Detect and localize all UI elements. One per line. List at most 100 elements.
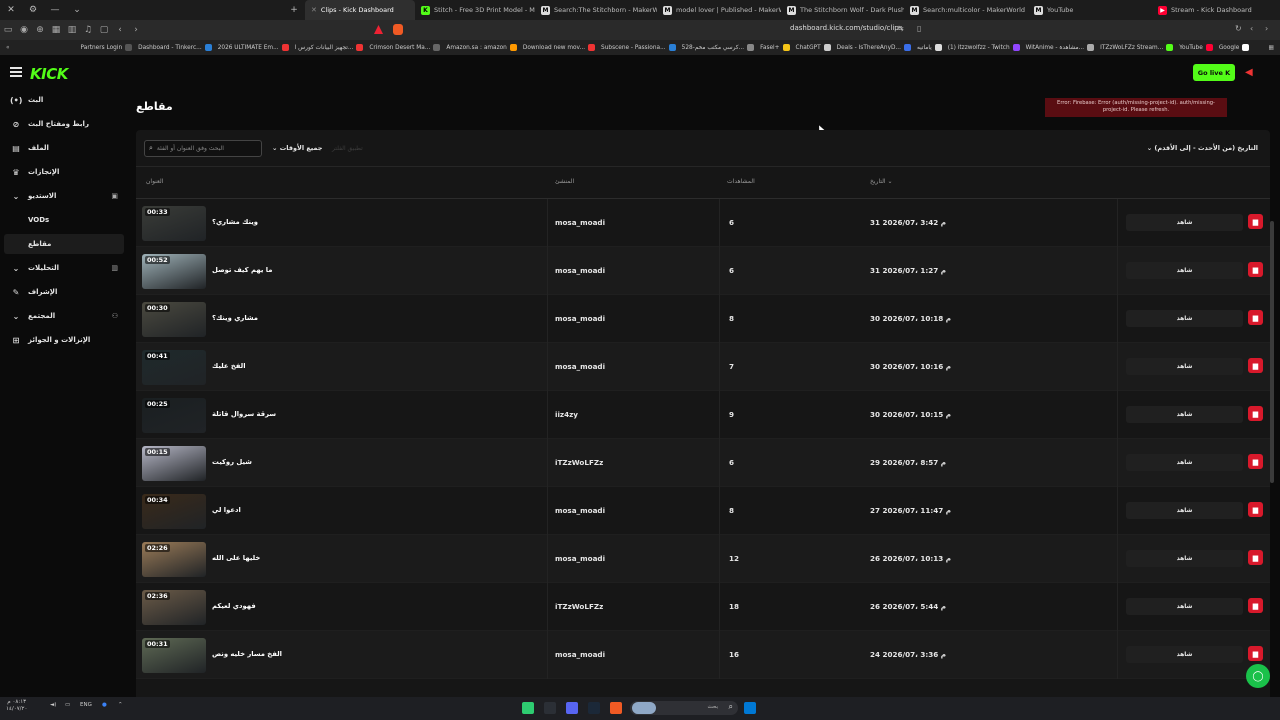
- sidebar-item-stream[interactable]: (•) البث: [10, 90, 124, 110]
- search-input[interactable]: ⌕ البحث وفق العنوان أو الفئة: [144, 140, 262, 157]
- watch-button[interactable]: شاهد: [1126, 406, 1243, 423]
- delete-icon[interactable]: ▆: [1248, 598, 1263, 613]
- language-indicator[interactable]: ENG: [80, 702, 92, 708]
- sidebar-item-studio[interactable]: ⌄ الاستديو ▣: [10, 186, 124, 206]
- tab-search-multicolor[interactable]: M Search:multicolor - MakerWorld: [904, 0, 1028, 20]
- table-row[interactable]: 00:52 ما يهم كيف توصل mosa_moadi 6 31 2026/0…: [136, 247, 1270, 295]
- bookmark-item[interactable]: ITZzWoLFZz Stream...: [1097, 44, 1176, 51]
- clip-title[interactable]: سرقة سروال قاتلة: [212, 410, 276, 418]
- clip-creator[interactable]: mosa_moadi: [555, 266, 605, 275]
- menu-icon[interactable]: [10, 67, 22, 77]
- delete-icon[interactable]: ▆: [1248, 454, 1263, 469]
- clip-thumbnail[interactable]: 00:15: [142, 446, 206, 481]
- clip-thumbnail[interactable]: 00:52: [142, 254, 206, 289]
- clip-creator[interactable]: iiz4zy: [555, 410, 578, 419]
- watch-button[interactable]: شاهد: [1126, 262, 1243, 279]
- clip-thumbnail[interactable]: 02:26: [142, 542, 206, 577]
- bookmark-item[interactable]: Crimson Desert Ma...: [366, 44, 443, 51]
- table-row[interactable]: 00:41 الفخ عليك mosa_moadi 7 30 2026/07، 10:…: [136, 343, 1270, 391]
- sidebar-toggle-icon[interactable]: ▭: [0, 20, 16, 40]
- clip-title[interactable]: الفخ مسار خليه ونص: [212, 650, 282, 658]
- sidebar-item-vods[interactable]: VODs: [10, 210, 124, 230]
- close-tab-icon[interactable]: ✕: [311, 6, 317, 14]
- bookmark-item[interactable]: ياماتيه: [914, 44, 945, 51]
- app-icon[interactable]: [522, 702, 534, 714]
- bookmark-item[interactable]: Deals - IsThereAnyD...: [834, 44, 914, 51]
- close-window-icon[interactable]: ✕: [0, 0, 22, 20]
- bookmark-item[interactable]: Download new mov...: [520, 44, 598, 51]
- watch-button[interactable]: شاهد: [1126, 310, 1243, 327]
- nav-forward-icon[interactable]: ›: [1265, 24, 1268, 33]
- watch-button[interactable]: شاهد: [1126, 214, 1243, 231]
- delete-icon[interactable]: ▆: [1248, 646, 1263, 661]
- brave-icon[interactable]: [610, 702, 622, 714]
- clip-title[interactable]: خليها على الله: [212, 554, 260, 562]
- chat-support-icon[interactable]: ◯: [1246, 664, 1270, 688]
- bookmarks-overflow-icon[interactable]: «: [0, 45, 16, 51]
- watch-button[interactable]: شاهد: [1126, 358, 1243, 375]
- tab-stitch[interactable]: K Stitch - Free 3D Print Model - Maker: [415, 0, 535, 20]
- clip-creator[interactable]: mosa_moadi: [555, 506, 605, 515]
- forward-icon[interactable]: ›: [128, 20, 144, 40]
- tab-youtube[interactable]: M YouTube: [1028, 0, 1152, 20]
- brave-rewards-icon[interactable]: [374, 25, 383, 34]
- clip-title[interactable]: وينك مشاري؟: [212, 218, 258, 226]
- delete-icon[interactable]: ▆: [1248, 310, 1263, 325]
- tab-search-stitchborn[interactable]: M Search:The Stitchborn - MakerWorld: [535, 0, 657, 20]
- watch-button[interactable]: شاهد: [1126, 454, 1243, 471]
- kick-logo[interactable]: KICK: [30, 65, 68, 83]
- delete-icon[interactable]: ▆: [1248, 502, 1263, 517]
- bookmark-item[interactable]: Amazon.sa : amazon: [443, 44, 520, 51]
- sidebar-item-drops[interactable]: ⊞ الإنزالات و الجوائز: [10, 330, 124, 350]
- table-row[interactable]: 00:25 سرقة سروال قاتلة iiz4zy 9 30 2026/07، …: [136, 391, 1270, 439]
- clip-title[interactable]: الفخ عليك: [212, 362, 246, 370]
- bookmark-item[interactable]: Subscene - Passiona...: [598, 44, 679, 51]
- clip-thumbnail[interactable]: 00:30: [142, 302, 206, 337]
- clip-creator[interactable]: mosa_moadi: [555, 218, 605, 227]
- clip-thumbnail[interactable]: 00:41: [142, 350, 206, 385]
- clip-title[interactable]: فهودي لعيكم: [212, 602, 256, 610]
- bookmark-item[interactable]: تجهيز البيانات كورس ا...: [292, 44, 367, 51]
- bookmark-item[interactable]: Partners Login: [78, 44, 136, 51]
- bookmark-icon[interactable]: ▯: [917, 24, 921, 33]
- bookmark-item[interactable]: YouTube: [1176, 44, 1216, 51]
- minimize-icon[interactable]: —: [44, 0, 66, 20]
- sidebar-item-profile[interactable]: ▤ الملف: [10, 138, 124, 158]
- network-icon[interactable]: ▭: [65, 702, 70, 708]
- settings-icon[interactable]: ⚙: [22, 0, 44, 20]
- extensions-icon[interactable]: ⊕: [32, 20, 48, 40]
- clip-title[interactable]: شيل روكيت: [212, 458, 252, 466]
- delete-icon[interactable]: ▆: [1248, 358, 1263, 373]
- delete-icon[interactable]: ▆: [1248, 262, 1263, 277]
- scrollbar[interactable]: [1270, 221, 1274, 483]
- sidebar-item-community[interactable]: ⌄ المجتمع ⚇: [10, 306, 124, 326]
- table-row[interactable]: 00:15 شيل روكيت iTZzWoLFZz 6 29 2026/07، 8:5…: [136, 439, 1270, 487]
- clip-thumbnail[interactable]: 00:31: [142, 638, 206, 673]
- clip-title[interactable]: مشاري وينك؟: [212, 314, 258, 322]
- site-settings-icon[interactable]: ⇆: [897, 24, 904, 33]
- watch-button[interactable]: شاهد: [1126, 502, 1243, 519]
- nav-back-icon[interactable]: ‹: [1250, 24, 1253, 33]
- column-header-date[interactable]: التاريخ ⌄: [870, 178, 893, 185]
- start-button[interactable]: [744, 702, 756, 714]
- bookmark-item[interactable]: Google: [1216, 44, 1252, 51]
- sidebar-item-achievements[interactable]: ♛ الإنجازات: [10, 162, 124, 182]
- bookmark-item[interactable]: ChatGPT: [793, 44, 834, 51]
- steam-icon[interactable]: [588, 702, 600, 714]
- bookmark-item[interactable]: 2026 ULTIMATE Em...: [215, 44, 292, 51]
- clip-thumbnail[interactable]: 02:36: [142, 590, 206, 625]
- clip-thumbnail[interactable]: 00:25: [142, 398, 206, 433]
- clip-title[interactable]: ما يهم كيف توصل: [212, 266, 273, 274]
- delete-icon[interactable]: ▆: [1248, 214, 1263, 229]
- brave-shield-icon[interactable]: [393, 24, 403, 35]
- split-view-icon[interactable]: ▥: [64, 20, 80, 40]
- clock[interactable]: ٠٨:١٣ م ١٤/٠٧/٢٠: [6, 699, 27, 713]
- bookmark-item[interactable]: 528-كرسي مكتب مخم...: [679, 44, 757, 51]
- tray-chevron-icon[interactable]: ⌃: [118, 702, 123, 708]
- notification-icon[interactable]: ◀: [1245, 67, 1259, 79]
- table-row[interactable]: 02:26 خليها على الله mosa_moadi 12 26 2026/0…: [136, 535, 1270, 583]
- url-field[interactable]: dashboard.kick.com/studio/clips: [790, 24, 902, 32]
- clip-thumbnail[interactable]: 00:33: [142, 206, 206, 241]
- tab-stitchborn-wolf[interactable]: M The Stitchborn Wolf - Dark Plush Gu: [781, 0, 904, 20]
- tab-model-lover[interactable]: M model lover | Published - MakerWorld: [657, 0, 781, 20]
